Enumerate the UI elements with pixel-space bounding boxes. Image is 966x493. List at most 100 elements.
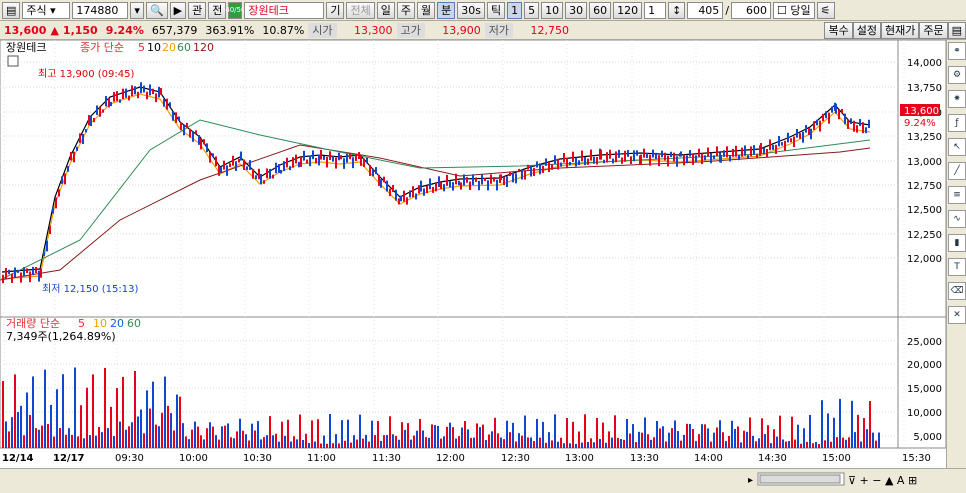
tab-day[interactable]: 일 [376,1,395,19]
candle [627,150,629,157]
volume-bar [215,435,217,448]
volume-bar [206,428,208,448]
market-select[interactable]: 주식 ▾ [22,1,71,19]
tab-week[interactable]: 주 [396,1,415,19]
range-current-input[interactable]: 405 [687,1,724,19]
order-button[interactable]: 주문 [919,21,948,39]
candle [512,172,514,183]
volume-bar [86,387,88,448]
interval-5[interactable]: 5 [524,1,540,19]
dropdown-icon[interactable]: ▾ [130,1,144,19]
candle [158,86,160,98]
tab-tick[interactable]: 틱 [486,1,506,19]
volume-bar [644,417,646,448]
candle [189,128,191,138]
volume-bar [2,381,4,448]
chart-settings-icon[interactable]: ⚟ [816,1,835,19]
watchlist-button[interactable]: 관 [188,1,207,19]
volume-bar [161,412,163,448]
current-price-button[interactable]: 현재가 [880,21,920,39]
xtick-label: 15:00 [822,453,851,464]
candle [518,168,520,173]
volume-note: 7,349주(1,264.89%) [6,330,116,343]
cursor-icon[interactable]: ↖ [948,138,966,156]
candle [452,182,454,191]
volume-bar [203,439,205,448]
candle [496,179,498,191]
gear-icon[interactable]: ⚙ [948,66,966,84]
candle [11,273,13,283]
interval-60[interactable]: 60 [589,1,612,19]
search-icon[interactable]: 🔍 [145,1,168,19]
candle [856,125,858,133]
candle [406,197,408,205]
bottom-scrollbar[interactable]: ▸ ⊽ + − ▲ A ⊞ [0,468,966,489]
candle [366,157,368,164]
candle [220,167,222,173]
candle [624,150,626,162]
stock-name-field[interactable]: 장원테크 [244,1,325,19]
jeonche-button[interactable]: 전체 [346,1,375,19]
wave-icon[interactable]: ∿ [948,210,966,228]
volume-bar [653,437,655,448]
volume-bar [623,439,625,448]
volume-bar [878,432,880,448]
volume-bar [803,428,805,448]
candle [125,88,127,98]
volume-bar [41,425,43,448]
volume-bar [572,421,574,448]
volume-bar [287,419,289,448]
candle [140,82,142,94]
bulb-icon[interactable]: ✷ [948,90,966,108]
volume-bar [302,439,304,448]
clear-icon[interactable]: ✕ [948,306,966,324]
volume-bar [407,423,409,448]
interval-120[interactable]: 120 [613,1,643,19]
link-icon[interactable]: ⚭ [948,42,966,60]
channel-icon[interactable]: ≡ [948,186,966,204]
text-icon[interactable]: T [948,258,966,276]
candle-icon[interactable]: ▮ [948,234,966,252]
gi-button[interactable]: 기 [326,1,345,19]
volume-bar [155,424,157,448]
interval-10[interactable]: 10 [541,1,564,19]
today-checkbox[interactable]: ☐ 당일 [773,1,815,19]
candle [128,95,130,101]
volume-bar [200,435,202,448]
volume-bar [275,433,277,448]
stock-chart[interactable]: 14,00013,75013,50013,25013,00012,75012,5… [0,39,947,468]
candle [82,133,84,145]
layout-icon[interactable]: ▤ [947,21,966,39]
tab-minute[interactable]: 분 [437,1,456,19]
interval-30[interactable]: 30 [565,1,588,19]
candle [352,157,354,169]
volume-bar [542,421,544,448]
range-total-input[interactable]: 600 [731,1,772,19]
unit-input[interactable]: 1 [644,1,667,19]
interval-1[interactable]: 1 [507,1,523,19]
formula-icon[interactable]: ƒ [948,114,966,132]
stock-code-input[interactable]: 174880 [72,1,129,19]
menu-icon[interactable]: ▤ [2,1,21,19]
volume-bar [464,420,466,448]
volume-bar [560,437,562,448]
multi-button[interactable]: 복수 [824,21,853,39]
candle [29,271,31,283]
unit-stepper-icon[interactable]: ↕ [668,1,686,19]
eraser-icon[interactable]: ⌫ [948,282,966,300]
all-button[interactable]: 전 [208,1,227,19]
tab-month[interactable]: 월 [416,1,436,19]
volume-bar [44,369,46,448]
volume-bar [500,437,502,448]
xtick-label: 15:30 [902,453,931,464]
candle [600,149,602,160]
volume-bar [107,428,109,448]
trendline-icon[interactable]: ╱ [948,162,966,180]
play-icon[interactable]: ▶ [169,1,187,19]
settings-button[interactable]: 설정 [852,21,881,39]
tab-30s[interactable]: 30s [457,1,485,19]
chart-area[interactable]: 14,00013,75013,50013,25013,00012,75012,5… [0,39,947,468]
candle [530,165,532,177]
current-price: 13,600 [4,23,47,37]
candle [278,164,280,173]
